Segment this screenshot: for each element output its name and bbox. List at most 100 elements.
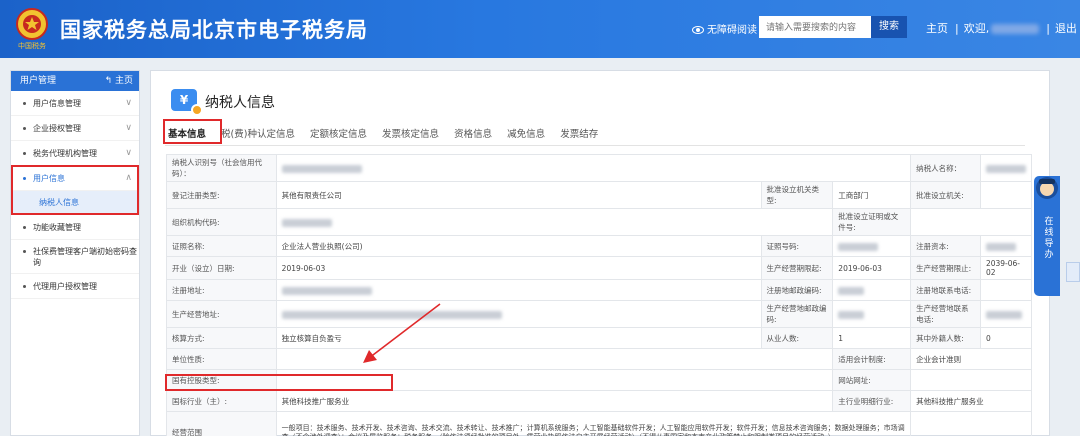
top-header: 中国税务 国家税务总局北京市电子税务局 无障碍阅读 搜索 主页|欢迎,|退出 — [0, 0, 1080, 58]
highlight-sidebar-box — [11, 165, 139, 215]
value-accounting-system: 企业会计准则 — [910, 348, 1032, 370]
label-business-address: 生产经营地址: — [166, 300, 277, 328]
tab-quota[interactable]: 定额核定信息 — [307, 123, 370, 143]
value-business-address — [275, 300, 762, 328]
label-period-start: 生产经营期限起: — [760, 256, 834, 280]
label-reg-postcode: 注册地邮政编码: — [760, 279, 834, 301]
redacted-value — [838, 286, 865, 295]
value-org-code — [275, 208, 834, 236]
value-registered-capital — [979, 235, 1033, 257]
label-license-no: 证照号码: — [760, 235, 834, 257]
site-title: 国家税务总局北京市电子税务局 — [60, 18, 368, 42]
table-row: 纳税人识别号（社会信用代码）： 纳税人名称： — [166, 154, 1033, 182]
label-registration-type: 登记注册类型: — [166, 181, 277, 209]
table-row: 注册地址: 注册地邮政编码: 注册地联系电话: — [166, 279, 1033, 301]
label-registered-address: 注册地址: — [166, 279, 277, 301]
redacted-value — [838, 242, 879, 251]
label-approval-doc: 批准设立证明或文件号: — [832, 208, 912, 236]
value-period-start: 2019-06-03 — [832, 256, 912, 280]
value-open-date: 2019-06-03 — [275, 256, 762, 280]
tab-qualification[interactable]: 资格信息 — [451, 123, 495, 143]
user-name-redacted — [991, 24, 1040, 34]
value-business-scope: 一般项目：技术服务、技术开发、技术咨询、技术交流、技术转让、技术推广；计算机系统… — [275, 411, 912, 436]
label-period-end: 生产经营期限止: — [910, 256, 981, 280]
sidebar-item-tax-agency[interactable]: 税务代理机构管理 ∨ — [11, 141, 139, 166]
sidebar-item-favorites[interactable]: 功能收藏管理 — [11, 215, 139, 240]
table-row: 国标行业（主）: 其他科技推广服务业 主行业明细行业: 其他科技推广服务业 — [166, 390, 1032, 412]
value-reg-phone — [979, 279, 1033, 301]
eye-icon — [692, 26, 704, 34]
value-employees: 1 — [832, 327, 912, 349]
label-accounting-system: 适用会计制度: — [832, 348, 912, 370]
sidebar-item-agent-auth[interactable]: 代理用户授权管理 — [11, 274, 139, 299]
tab-tax-type[interactable]: 税(费)种认定信息 — [218, 123, 298, 143]
value-license-no — [832, 235, 912, 257]
label-taxpayer-id: 纳税人识别号（社会信用代码）： — [166, 154, 277, 182]
value-industry: 其他科技推广服务业 — [275, 390, 834, 412]
label-industry-detail: 主行业明细行业: — [832, 390, 912, 412]
chevron-down-icon: ∨ — [125, 148, 132, 158]
value-period-end: 2039-06-02 — [979, 256, 1033, 280]
label-website: 网站网址: — [832, 369, 912, 391]
tax-emblem-icon: 中国税务 — [16, 8, 48, 50]
user-float-icon[interactable] — [1066, 262, 1080, 282]
redacted-value — [985, 164, 1026, 173]
table-row: 经营范围 一般项目：技术服务、技术开发、技术咨询、技术交流、技术转让、技术推广；… — [166, 411, 1032, 436]
tab-exemption[interactable]: 减免信息 — [504, 123, 548, 143]
sidebar-item-social-security-pwd[interactable]: 社保费管理客户端初始密码查询 — [11, 240, 139, 274]
label-biz-phone: 生产经营地联系电话: — [910, 300, 981, 328]
table-row: 单位性质: 适用会计制度: 企业会计准则 — [166, 348, 1032, 370]
header-nav: 主页 | 欢迎, | 退出 — [926, 22, 1077, 35]
value-reg-postcode — [832, 279, 912, 301]
annotation-arrow — [363, 303, 441, 363]
label-registered-capital: 注册资本: — [910, 235, 981, 257]
highlight-tab-box — [163, 119, 222, 144]
redacted-value — [281, 218, 332, 227]
value-registration-type: 其他有限责任公司 — [275, 181, 762, 209]
sidebar-home-link[interactable]: ↰ 主页 — [105, 71, 133, 91]
tab-invoice-approval[interactable]: 发票核定信息 — [379, 123, 442, 143]
table-row: 证照名称: 企业法人营业执照(公司) 证照号码: 注册资本: — [166, 235, 1033, 257]
service-avatar-icon — [1036, 177, 1058, 199]
label-reg-phone: 注册地联系电话: — [910, 279, 981, 301]
label-approval-org: 批准设立机关: — [910, 181, 981, 209]
table-row: 登记注册类型: 其他有限责任公司 批准设立机关类型: 工商部门 批准设立机关: — [166, 181, 1033, 209]
chevron-down-icon: ∨ — [125, 123, 132, 133]
label-business-scope: 经营范围 — [166, 411, 277, 436]
value-biz-postcode — [832, 300, 912, 328]
sidebar-item-enterprise-auth[interactable]: 企业授权管理 ∨ — [11, 116, 139, 141]
redacted-value — [281, 164, 362, 173]
table-row: 生产经营地址: 生产经营地邮政编码: 生产经营地联系电话: — [166, 300, 1033, 328]
search-input[interactable] — [759, 16, 871, 38]
redacted-value — [985, 310, 1022, 319]
value-approval-doc — [910, 208, 1032, 236]
label-org-code: 组织机构代码: — [166, 208, 277, 236]
table-row: 开业（设立）日期: 2019-06-03 生产经营期限起: 2019-06-03… — [166, 256, 1033, 280]
tab-invoice-balance[interactable]: 发票结存 — [557, 123, 601, 143]
sidebar-item-user-info-mgmt[interactable]: 用户信息管理 ∨ — [11, 91, 139, 116]
value-taxpayer-name — [979, 154, 1033, 182]
sidebar-header: 用户管理 ↰ 主页 — [11, 71, 139, 91]
table-row: 核算方式: 独立核算自负盈亏 从业人数: 1 其中外籍人数: 0 — [166, 327, 1033, 349]
value-approval-org-type: 工商部门 — [832, 181, 912, 209]
label-open-date: 开业（设立）日期: — [166, 256, 277, 280]
value-foreign-employees: 0 — [979, 327, 1033, 349]
page-title: 纳税人信息 — [205, 95, 275, 111]
logout-link[interactable]: 退出 — [1055, 22, 1077, 35]
svg-text:中国税务: 中国税务 — [18, 41, 46, 50]
label-employees: 从业人数: — [760, 327, 834, 349]
search-button[interactable]: 搜索 — [871, 16, 907, 38]
value-website — [910, 369, 1032, 391]
accessibility-link[interactable]: 无障碍阅读 — [692, 21, 757, 36]
label-foreign-employees: 其中外籍人数: — [910, 327, 981, 349]
value-taxpayer-id — [275, 154, 912, 182]
home-link[interactable]: 主页 — [926, 22, 948, 35]
value-registered-address — [275, 279, 762, 301]
value-biz-phone — [979, 300, 1033, 328]
table-row: 组织机构代码: 批准设立证明或文件号: — [166, 208, 1032, 236]
label-industry: 国标行业（主）: — [166, 390, 277, 412]
taxpayer-info-table: 纳税人识别号（社会信用代码）： 纳税人名称： 登记注册类型: 其他有限责任公司 … — [166, 154, 1033, 436]
chevron-down-icon: ∨ — [125, 98, 132, 108]
label-accounting-method: 核算方式: — [166, 327, 277, 349]
value-license-name: 企业法人营业执照(公司) — [275, 235, 762, 257]
